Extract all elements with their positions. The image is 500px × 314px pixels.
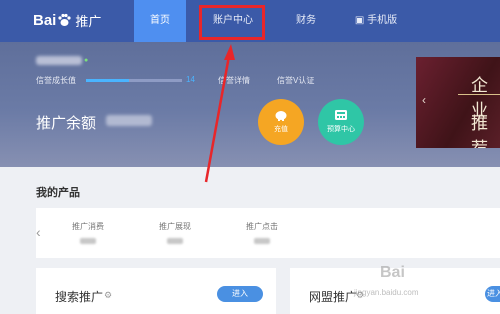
stat-impressions: 推广展现: [140, 221, 210, 244]
blurred-stat-value: [254, 238, 270, 244]
product-stats-card: ‹ 推广消费 推广展现 推广点击: [36, 208, 500, 258]
baidu-logo[interactable]: Bai 推广: [33, 9, 101, 31]
stat-clicks-label: 推广点击: [246, 222, 278, 231]
baidu-jingyan-watermark: Bai jingyan.baidu.com: [350, 258, 470, 298]
calculator-icon: [335, 110, 347, 120]
blurred-stat-value: [80, 238, 96, 244]
growth-value: 14: [186, 75, 195, 84]
recharge-button[interactable]: 充值: [258, 99, 304, 145]
recharge-label: 充值: [274, 126, 288, 133]
chevron-left-icon[interactable]: ‹: [36, 224, 41, 240]
search-promotion-title: 搜索推广: [55, 290, 104, 304]
nav-finance-tab[interactable]: 财务: [286, 0, 326, 42]
blurred-stat-value: [167, 238, 183, 244]
growth-progress-bar: [86, 79, 182, 82]
banner-divider: [458, 94, 500, 95]
stat-spend-label: 推广消费: [72, 222, 104, 231]
stat-impressions-label: 推广展现: [159, 222, 191, 231]
search-promotion-card: 搜索推广 ⚙ 进入: [36, 268, 276, 314]
verified-v-icon: ●: [84, 57, 89, 64]
gear-icon[interactable]: ⚙: [104, 290, 112, 301]
qr-code-icon: ▣: [354, 15, 368, 26]
enter-search-promotion-button[interactable]: 进入: [217, 286, 263, 302]
budget-center-label: 预算中心: [327, 126, 355, 133]
logo-suffix: 推广: [75, 13, 102, 29]
nav-mobile-label: 手机版: [367, 15, 398, 26]
watermark-url: jingyan.baidu.com: [354, 288, 419, 297]
paw-icon: [58, 13, 71, 26]
banner-line-2: 推荐: [471, 114, 488, 148]
nav-mobile-tab[interactable]: ▣ 手机版: [345, 0, 407, 42]
my-products-title: 我的产品: [36, 187, 80, 199]
watermark-brand: Bai: [380, 264, 405, 281]
stat-spend: 推广消费: [53, 221, 123, 244]
blurred-balance-value: [106, 115, 152, 126]
growth-progress-fill: [86, 79, 130, 82]
piggy-bank-icon: [275, 111, 287, 121]
stat-clicks: 推广点击: [227, 221, 297, 244]
growth-label: 信誉成长值: [36, 76, 76, 85]
blurred-account-name: [36, 56, 82, 65]
logo-text: Bai: [33, 11, 57, 29]
budget-center-button[interactable]: 预算中心: [318, 99, 364, 145]
credit-v-link[interactable]: 信誉V认证: [277, 75, 314, 86]
promo-banner[interactable]: ‹ 企业 推荐: [416, 57, 500, 148]
enter-network-promotion-button[interactable]: 进入: [485, 286, 500, 302]
credit-detail-link[interactable]: 信誉详情: [218, 75, 250, 86]
chevron-left-icon[interactable]: ‹: [422, 93, 426, 107]
annotation-highlight-box: [199, 5, 265, 40]
nav-home-tab[interactable]: 首页: [134, 0, 186, 42]
balance-label: 推广余额: [36, 115, 97, 132]
